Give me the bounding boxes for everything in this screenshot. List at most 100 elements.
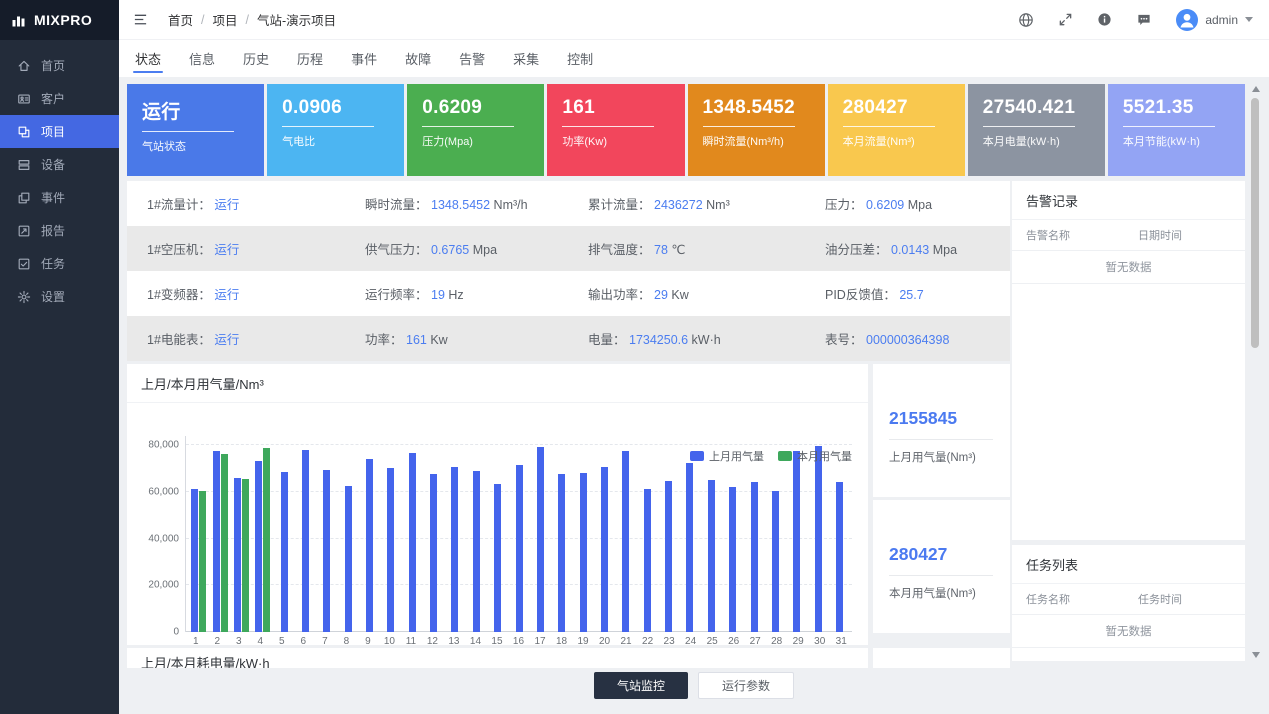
stat-card-value: 161 <box>562 97 669 119</box>
legend-item[interactable]: 本月用气量 <box>778 448 852 464</box>
stat-card: 5521.35本月节能(kW·h) <box>1108 84 1245 176</box>
sidebar: MIXPRO 首页客户项目设备事件报告任务设置 <box>0 0 119 714</box>
device-row: 1#空压机： 运行供气压力： 0.6765 Mpa排气温度： 78 ℃油分压差：… <box>127 226 1010 271</box>
info-icon[interactable] <box>1097 12 1112 28</box>
chart-slot <box>273 436 294 632</box>
brand-logo[interactable]: MIXPRO <box>0 0 119 40</box>
bar-last-month <box>644 489 651 633</box>
device-status-link[interactable]: 运行 <box>211 243 239 257</box>
divider <box>142 131 234 132</box>
field-value: 1348.5452 <box>428 198 491 212</box>
field-label: 瞬时流量： <box>365 198 428 212</box>
tab-alarm[interactable]: 告警 <box>457 40 487 77</box>
device-name-cell: 1#电能表： 运行 <box>147 329 365 348</box>
field-value: 29 <box>651 288 668 302</box>
device-status-link[interactable]: 运行 <box>211 288 239 302</box>
fullscreen-icon[interactable] <box>1058 12 1073 28</box>
breadcrumb-item[interactable]: 项目 <box>213 10 238 29</box>
sidebar-item-settings[interactable]: 设置 <box>0 280 119 313</box>
chart-slot <box>338 436 359 632</box>
divider <box>1123 126 1215 127</box>
chart-slot <box>551 436 572 632</box>
sidebar-item-device[interactable]: 设备 <box>0 148 119 181</box>
bar-last-month <box>772 491 779 632</box>
x-axis-label: 3 <box>228 636 250 647</box>
user-menu[interactable]: admin <box>1176 9 1253 31</box>
scroll-up-icon[interactable] <box>1252 86 1260 92</box>
stat-card-value: 1348.5452 <box>703 97 810 119</box>
breadcrumb-item[interactable]: 气站-演示项目 <box>257 10 336 29</box>
legend-item[interactable]: 上月用气量 <box>690 448 764 464</box>
tab-course[interactable]: 历程 <box>295 40 325 77</box>
home-icon <box>17 59 31 73</box>
sidebar-item-customer[interactable]: 客户 <box>0 82 119 115</box>
divider <box>889 575 993 576</box>
x-axis-label: 24 <box>680 636 702 647</box>
vertical-scrollbar[interactable] <box>1249 84 1262 660</box>
tab-status[interactable]: 状态 <box>133 40 163 77</box>
scroll-down-icon[interactable] <box>1252 652 1260 658</box>
bar-last-month <box>302 450 309 632</box>
sidebar-item-label: 设备 <box>41 156 65 173</box>
bar-chart-logo-icon <box>11 12 27 28</box>
y-axis-label: 20,000 <box>148 580 179 591</box>
chart-slot <box>701 436 722 632</box>
sidebar-item-label: 项目 <box>41 123 65 140</box>
sidebar-item-event[interactable]: 事件 <box>0 181 119 214</box>
device-status-link[interactable]: 运行 <box>211 198 239 212</box>
chart-slot <box>466 436 487 632</box>
legend-swatch <box>778 451 792 461</box>
language-icon[interactable] <box>1018 12 1034 28</box>
x-axis-label: 9 <box>357 636 379 647</box>
tab-event[interactable]: 事件 <box>349 40 379 77</box>
field-unit: Nm³ <box>703 198 730 212</box>
divider <box>703 126 795 127</box>
chart-slot <box>594 436 615 632</box>
tab-history[interactable]: 历史 <box>241 40 271 77</box>
sidebar-item-home[interactable]: 首页 <box>0 49 119 82</box>
legend-swatch <box>690 451 704 461</box>
divider <box>889 439 993 440</box>
chart-slot <box>359 436 380 632</box>
bar-last-month <box>409 453 416 632</box>
message-icon[interactable] <box>1136 12 1152 28</box>
topbar: 首页/项目/气站-演示项目 admin <box>119 0 1269 40</box>
gas-station-monitor-button[interactable]: 气站监控 <box>594 672 688 699</box>
field-label: 油分压差： <box>825 243 888 257</box>
tab-fault[interactable]: 故障 <box>403 40 433 77</box>
stat-card-label: 功率(Kw) <box>562 133 669 149</box>
sidebar-menu: 首页客户项目设备事件报告任务设置 <box>0 40 119 313</box>
tab-collect[interactable]: 采集 <box>511 40 541 77</box>
bar-last-month <box>430 474 437 632</box>
field-label: 功率： <box>365 333 403 347</box>
field-value: 2436272 <box>651 198 703 212</box>
tabs-bar: 状态信息历史历程事件故障告警采集控制 <box>119 40 1269 77</box>
scrollbar-thumb[interactable] <box>1251 98 1259 348</box>
chart-slot <box>615 436 636 632</box>
sidebar-item-label: 任务 <box>41 255 65 272</box>
breadcrumb-item[interactable]: 首页 <box>168 10 193 29</box>
collapse-menu-icon[interactable] <box>133 12 148 27</box>
stat-card: 运行气站状态 <box>127 84 264 176</box>
field-label: PID反馈值： <box>825 288 896 302</box>
alarm-panel-title: 告警记录 <box>1012 181 1245 220</box>
run-parameters-button[interactable]: 运行参数 <box>698 672 794 699</box>
device-status-link[interactable]: 运行 <box>211 333 239 347</box>
sidebar-item-report[interactable]: 报告 <box>0 214 119 247</box>
bar-last-month <box>729 487 736 632</box>
tab-control[interactable]: 控制 <box>565 40 595 77</box>
power-usage-chart-panel: 上月/本月耗电量/kW·h <box>127 648 868 668</box>
x-axis-label: 10 <box>379 636 401 647</box>
stat-card-value: 5521.35 <box>1123 97 1230 119</box>
device-field: 功率： 161 Kw <box>365 329 588 348</box>
sidebar-item-project[interactable]: 项目 <box>0 115 119 148</box>
stat-card-label: 气站状态 <box>142 138 249 154</box>
device-field: 电量： 1734250.6 kW·h <box>588 329 825 348</box>
gas-chart-body: 上月用气量本月用气量 020,00040,00060,00080,000 123… <box>127 436 868 684</box>
field-value: 25.7 <box>896 288 924 302</box>
device-name-cell: 1#空压机： 运行 <box>147 239 365 258</box>
chart-legend: 上月用气量本月用气量 <box>690 448 852 464</box>
tab-info[interactable]: 信息 <box>187 40 217 77</box>
field-unit: Mpa <box>469 243 497 257</box>
sidebar-item-task[interactable]: 任务 <box>0 247 119 280</box>
